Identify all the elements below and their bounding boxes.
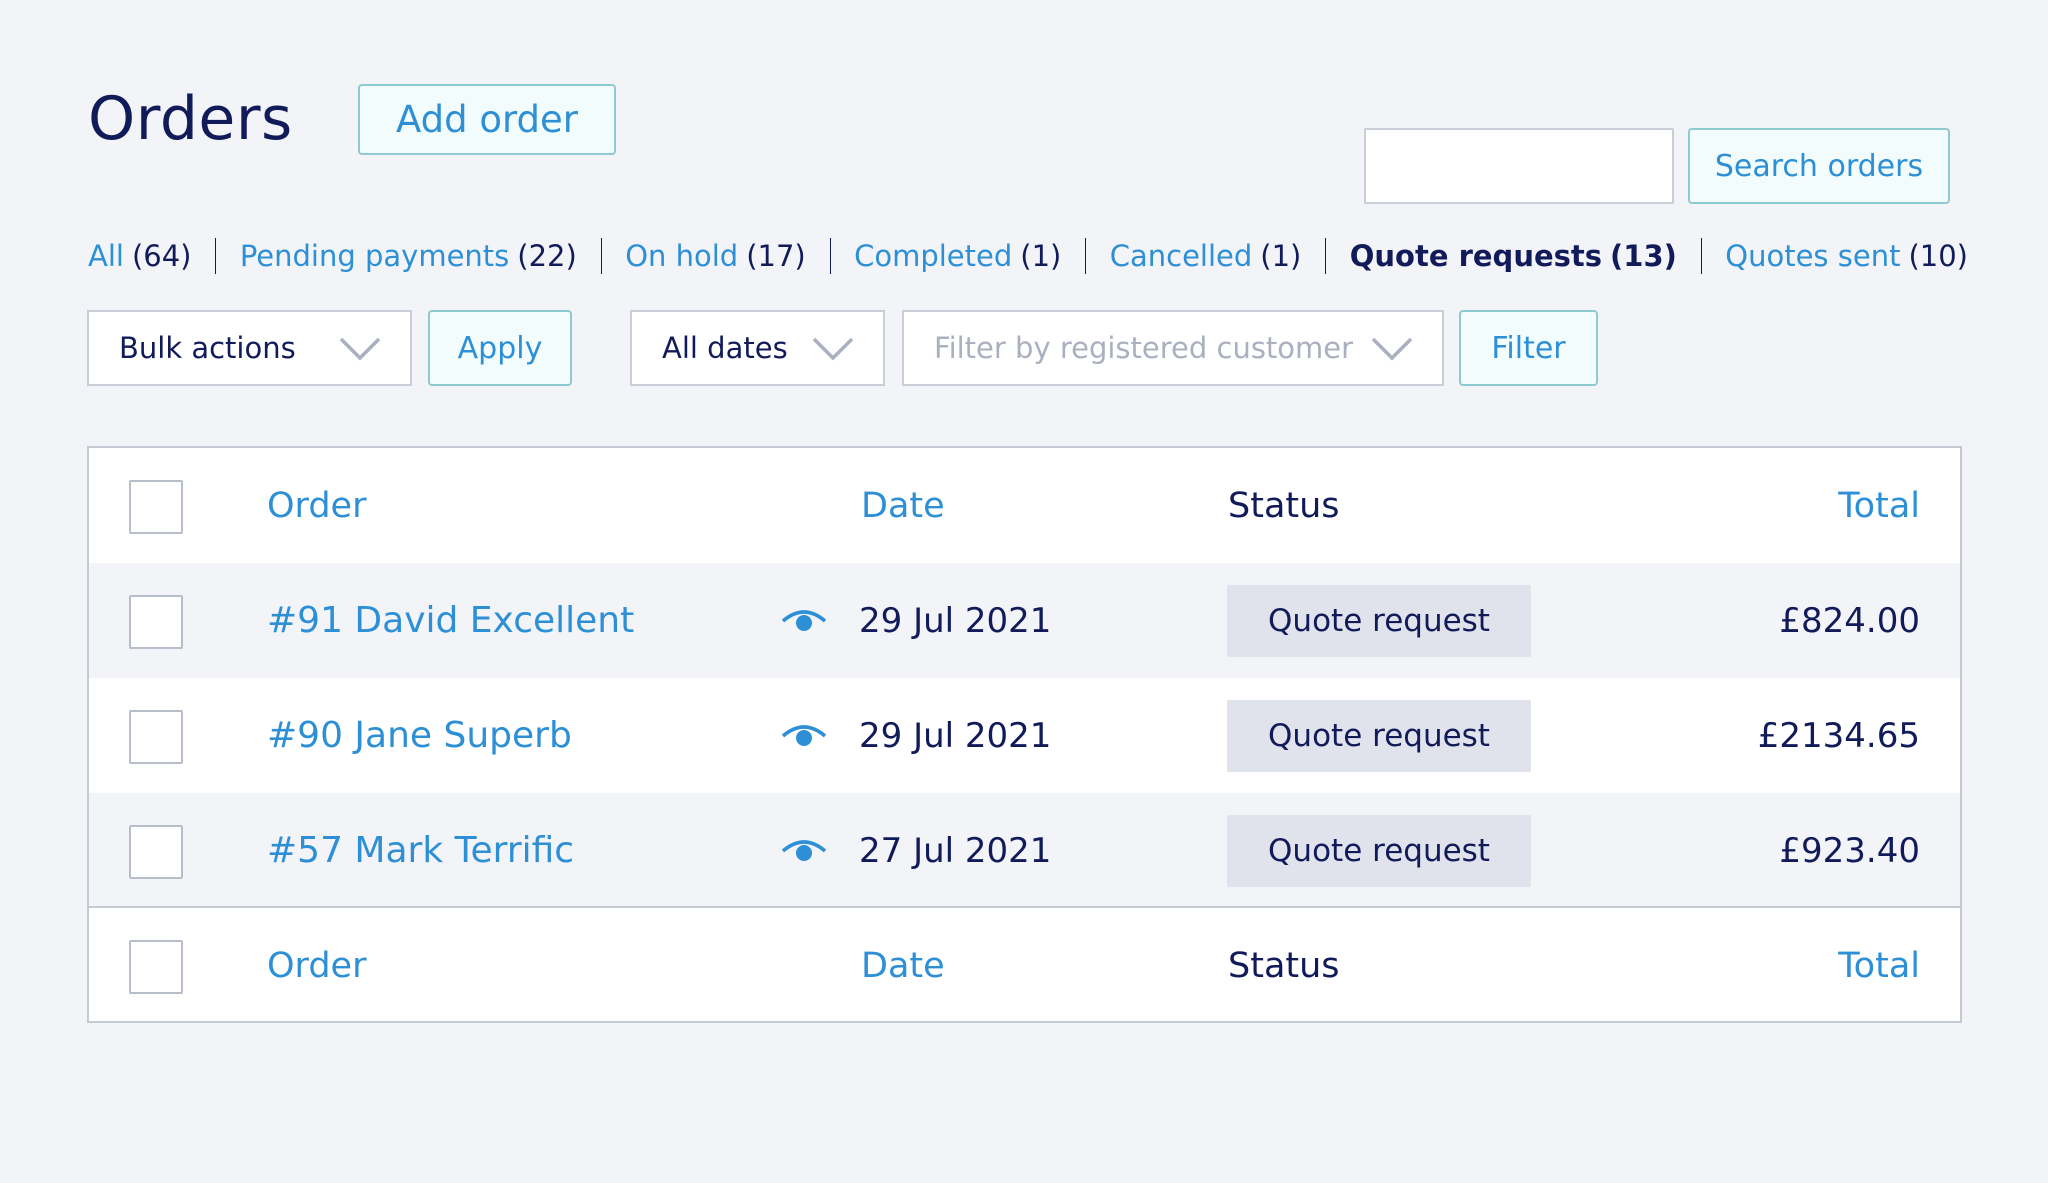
- orders-table: Order Date Status Total #91 David Excell…: [87, 446, 1962, 1023]
- dates-value: All dates: [662, 331, 788, 365]
- dates-select[interactable]: All dates: [630, 310, 885, 386]
- tab-count: (1): [1020, 239, 1062, 273]
- bulk-actions-select[interactable]: Bulk actions: [87, 310, 412, 386]
- row-checkbox[interactable]: [129, 710, 183, 764]
- add-order-button[interactable]: Add order: [358, 84, 616, 155]
- table-row: #57 Mark Terrific 27 Jul 2021 Quote requ…: [89, 793, 1960, 908]
- chevron-down-icon: [339, 337, 381, 361]
- page-title: Orders: [88, 84, 293, 154]
- column-footer-date[interactable]: Date: [861, 908, 945, 1023]
- table-row: #90 Jane Superb 29 Jul 2021 Quote reques…: [89, 678, 1960, 793]
- order-link[interactable]: #90 Jane Superb: [267, 678, 572, 793]
- tab-label: Pending payments: [239, 239, 510, 273]
- orders-page: Orders Add order Search orders All (64) …: [0, 0, 2048, 1183]
- select-all-checkbox[interactable]: [129, 940, 183, 994]
- status-badge: Quote request: [1227, 700, 1531, 772]
- status-tabs: All (64) Pending payments (22) On hold (…: [88, 236, 1968, 276]
- table-row: #91 David Excellent 29 Jul 2021 Quote re…: [89, 563, 1960, 678]
- column-header-order[interactable]: Order: [267, 448, 366, 563]
- table-header-row: Order Date Status Total: [89, 448, 1960, 563]
- tab-quotes-sent[interactable]: Quotes sent (10): [1725, 239, 1968, 273]
- tab-label: All: [88, 239, 124, 273]
- chevron-down-icon: [812, 337, 854, 361]
- order-link[interactable]: #91 David Excellent: [267, 563, 634, 678]
- column-header-date[interactable]: Date: [861, 448, 945, 563]
- row-checkbox[interactable]: [129, 595, 183, 649]
- chevron-down-icon: [1371, 337, 1413, 361]
- customer-filter-placeholder: Filter by registered customer: [934, 331, 1354, 365]
- eye-icon[interactable]: [781, 793, 827, 908]
- tab-pending-payments[interactable]: Pending payments (22): [240, 239, 577, 273]
- search-orders-button[interactable]: Search orders: [1688, 128, 1950, 204]
- tab-count: (10): [1908, 239, 1968, 273]
- tab-label: On hold: [625, 239, 739, 273]
- eye-icon[interactable]: [781, 563, 827, 678]
- column-header-total[interactable]: Total: [1838, 448, 1920, 563]
- status-badge: Quote request: [1227, 815, 1531, 887]
- tab-cancelled[interactable]: Cancelled (1): [1110, 239, 1302, 273]
- tab-count: (22): [517, 239, 577, 273]
- column-header-status: Status: [1228, 485, 1340, 526]
- tab-label: Quote requests: [1349, 239, 1603, 273]
- order-date: 27 Jul 2021: [859, 830, 1052, 871]
- tab-count: (13): [1610, 239, 1677, 273]
- row-checkbox[interactable]: [129, 825, 183, 879]
- column-footer-total[interactable]: Total: [1838, 908, 1920, 1023]
- tab-on-hold[interactable]: On hold (17): [625, 239, 806, 273]
- order-total: £824.00: [1779, 600, 1920, 641]
- customer-filter-select[interactable]: Filter by registered customer: [902, 310, 1444, 386]
- search-input[interactable]: [1364, 128, 1674, 204]
- tab-label: Cancelled: [1109, 239, 1253, 273]
- column-footer-order[interactable]: Order: [267, 908, 366, 1023]
- order-date: 29 Jul 2021: [859, 715, 1052, 756]
- tab-count: (1): [1260, 239, 1302, 273]
- tab-all[interactable]: All (64): [88, 239, 191, 273]
- select-all-checkbox[interactable]: [129, 480, 183, 534]
- order-total: £923.40: [1779, 830, 1920, 871]
- order-link[interactable]: #57 Mark Terrific: [267, 793, 574, 908]
- tab-count: (17): [746, 239, 806, 273]
- filter-button[interactable]: Filter: [1459, 310, 1598, 386]
- tab-label: Completed: [854, 239, 1013, 273]
- tab-completed[interactable]: Completed (1): [854, 239, 1061, 273]
- status-badge: Quote request: [1227, 585, 1531, 657]
- bulk-actions-value: Bulk actions: [119, 331, 296, 365]
- order-total: £2134.65: [1757, 715, 1920, 756]
- tab-count: (64): [131, 239, 192, 273]
- tab-label: Quotes sent: [1725, 239, 1901, 273]
- column-footer-status: Status: [1228, 945, 1340, 986]
- order-date: 29 Jul 2021: [859, 600, 1052, 641]
- apply-button[interactable]: Apply: [428, 310, 572, 386]
- table-footer-row: Order Date Status Total: [89, 906, 1960, 1021]
- tab-quote-requests[interactable]: Quote requests (13): [1350, 239, 1677, 273]
- eye-icon[interactable]: [781, 678, 827, 793]
